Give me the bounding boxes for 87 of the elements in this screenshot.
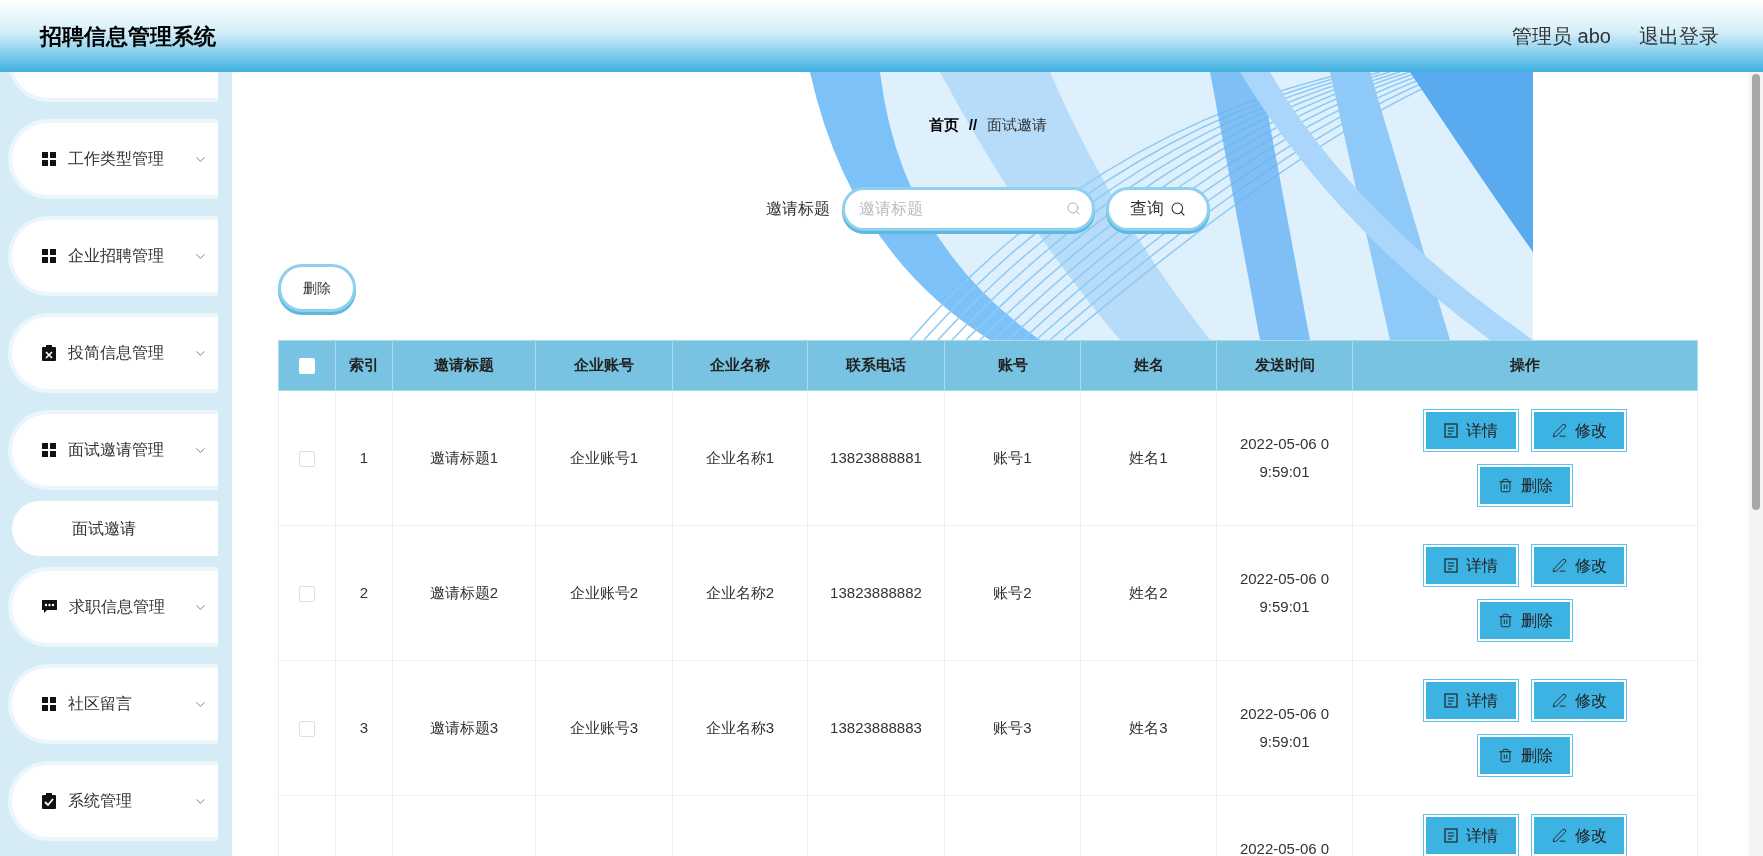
table-cell: 13823888883 [830,719,922,736]
column-header: 企业账号 [535,340,673,391]
search-field[interactable]: 邀请标题 [842,186,1095,231]
pencil-icon [1551,558,1567,573]
table-cell: 企业名称1 [705,449,775,466]
grid-icon [42,249,56,263]
document-icon [1444,423,1458,438]
sidebar-item[interactable]: 企业招聘管理 [8,216,218,296]
column-header: 企业名称 [672,340,808,391]
sidebar-subitem[interactable]: 面试邀请 [12,501,218,556]
table-cell: 账号2 [993,584,1032,601]
column-header: 账号 [944,340,1081,391]
grid-icon [42,443,56,457]
row-checkbox[interactable] [299,720,315,737]
breadcrumb-home[interactable]: 首页 [928,114,959,137]
row-checkbox[interactable] [299,450,315,467]
table-cell: 13823888881 [830,449,922,466]
trash-icon [1497,478,1513,493]
document-icon [1444,828,1458,843]
document-icon [1444,693,1458,708]
query-button[interactable]: 查询 [1106,186,1210,231]
table-cell: 姓名1 [1129,449,1168,466]
action-button[interactable]: 详情 [1424,680,1518,721]
trash-icon [1497,613,1513,628]
breadcrumb-separator: // [968,115,978,135]
column-header: 邀请标题 [392,340,536,391]
table-cell: 3 [359,719,369,736]
row-checkbox[interactable] [299,585,315,602]
table-cell: 账号1 [993,449,1032,466]
clipboard-check-icon [42,793,56,809]
table-cell: 2022-05-06 09:59:01 [1239,570,1330,615]
user-label: 管理员 abo [1512,24,1611,49]
pencil-icon [1551,828,1567,843]
grid-icon [42,152,56,166]
table-cell: 企业账号3 [569,719,639,736]
action-button[interactable]: 详情 [1424,545,1518,586]
action-button[interactable]: 修改 [1532,680,1626,721]
table-cell: 姓名3 [1129,719,1168,736]
chat-icon [42,600,57,614]
table-cell: 企业账号1 [569,449,639,466]
action-button[interactable]: 详情 [1424,410,1518,451]
table-cell: 企业名称2 [705,584,775,601]
table-cell: 姓名2 [1129,584,1168,601]
table-cell: 邀请标题1 [429,449,499,466]
sidebar-item[interactable]: 投简信息管理 [8,313,218,393]
search-label: 邀请标题 [766,198,830,219]
delete-button[interactable]: 删除 [278,264,356,312]
action-button[interactable]: 删除 [1478,735,1572,776]
clipboard-x-icon [42,345,56,361]
sidebar-item[interactable]: 面试邀请管理 [8,410,218,490]
table-cell: 账号3 [993,719,1032,736]
action-button[interactable]: 修改 [1532,815,1626,856]
search-icon [1066,200,1081,216]
sidebar-item[interactable]: 社区留言 [8,664,218,744]
trash-icon [1497,748,1513,763]
table-cell: 邀请标题2 [429,584,499,601]
column-header: 姓名 [1080,340,1217,391]
action-button[interactable]: 删除 [1478,600,1572,641]
table-cell: 2022-05-06 09:59:01 [1239,705,1330,750]
pencil-icon [1551,693,1567,708]
breadcrumb-current: 面试邀请 [987,115,1048,135]
select-all-checkbox[interactable] [299,358,315,375]
table-cell: 邀请标题3 [429,719,499,736]
table-cell: 2022-05-06 09:59:01 [1239,435,1330,480]
column-header: 索引 [335,340,393,391]
sidebar-item[interactable]: 工作类型管理 [8,119,218,199]
sidebar-item[interactable]: 系统管理 [8,761,218,841]
table-cell: 13823888882 [830,584,922,601]
action-button[interactable]: 详情 [1424,815,1518,856]
column-header: 操作 [1352,340,1698,391]
column-header: 发送时间 [1216,340,1353,391]
table-cell: 1 [359,449,369,466]
table-cell: 企业名称3 [705,719,775,736]
document-icon [1444,558,1458,573]
action-button[interactable]: 修改 [1532,410,1626,451]
sidebar-item[interactable]: 求职信息管理 [8,567,218,647]
table-cell: 2022-05-06 0 [1239,840,1330,856]
grid-icon [42,697,56,711]
search-icon [1170,200,1186,217]
logout-link[interactable]: 退出登录 [1639,21,1719,51]
column-header: 联系电话 [807,340,945,391]
app-title: 招聘信息管理系统 [40,22,216,51]
table-cell: 企业账号2 [569,584,639,601]
pencil-icon [1551,423,1567,438]
action-button[interactable]: 修改 [1532,545,1626,586]
action-button[interactable]: 删除 [1478,465,1572,506]
table-cell: 2 [359,584,369,601]
